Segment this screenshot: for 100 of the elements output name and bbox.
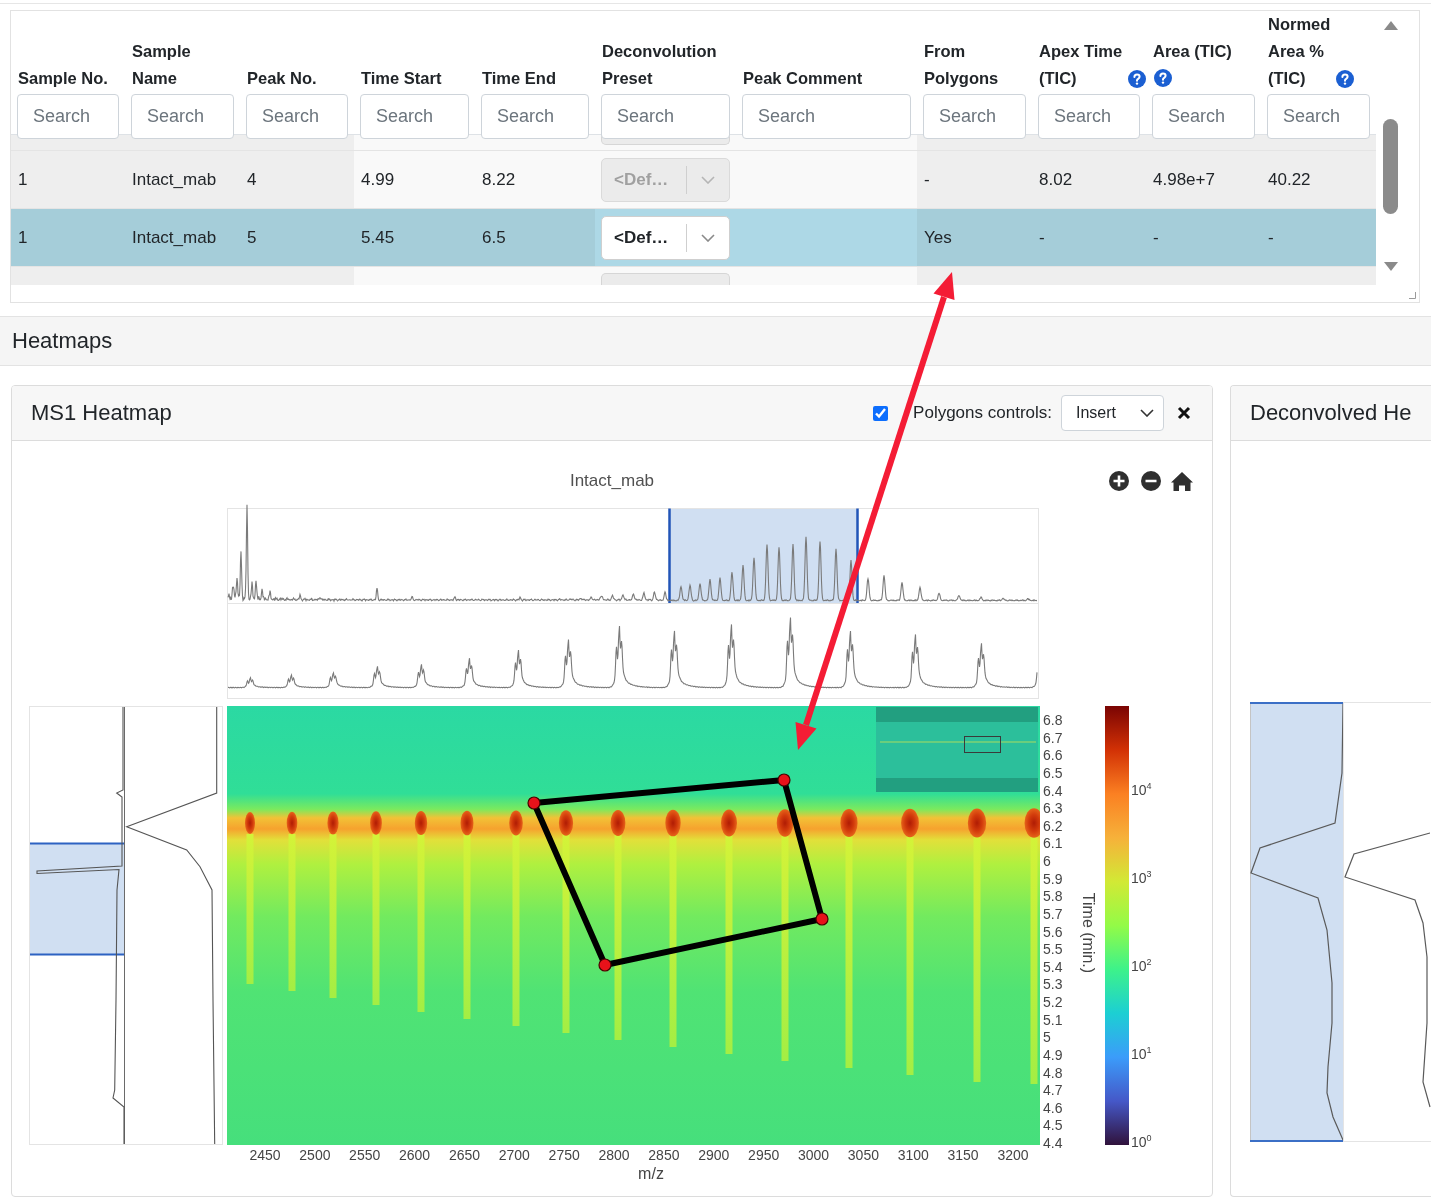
table-cell-text: 4.99 — [360, 168, 396, 191]
selection-range[interactable] — [29, 842, 125, 956]
axis-tick-label: 3150 — [947, 1147, 979, 1163]
axis-tick-label: 6 — [1043, 853, 1051, 869]
checkbox-label: Polygons controls: — [913, 403, 1052, 423]
search-field[interactable]: Search — [360, 94, 469, 139]
axis-tick-label: 2750 — [548, 1147, 580, 1163]
axis-tick-label: 4.7 — [1043, 1082, 1063, 1099]
axis-tick-label: 6.8 — [1043, 712, 1063, 728]
checkbox[interactable] — [873, 405, 889, 421]
column-header: Normed Area % (TIC) — [1268, 14, 1331, 89]
card-title: MS1 Heatmap — [31, 400, 172, 426]
axis-tick-label: 2900 — [698, 1147, 730, 1163]
axis-tick-label: 2500 — [299, 1147, 331, 1163]
axis-tick-label: 2650 — [448, 1147, 481, 1163]
column-header: Peak Comment — [743, 68, 863, 89]
table-cell: 4.98e+7 — [1146, 151, 1261, 208]
axis-tick-label: 3050 — [847, 1147, 879, 1163]
help-icon[interactable] — [1128, 70, 1146, 88]
axis-tick-label: 2800 — [598, 1147, 630, 1163]
search-field[interactable]: Search — [742, 94, 911, 139]
axis-tick-label: 3100 — [897, 1147, 929, 1163]
table-cell-text: 8.22 — [481, 168, 517, 191]
column-header: Area (TIC) — [1153, 41, 1233, 62]
plot-title: Intact_mab — [569, 471, 655, 490]
table-cell: 5 — [240, 209, 354, 266]
axis-tick-label: 3000 — [797, 1147, 830, 1163]
axis-tick-label: 4.5 — [1043, 1117, 1063, 1134]
column-header: Time Start — [361, 68, 442, 89]
axis-tick-label: 4.9 — [1043, 1046, 1063, 1063]
axis-tick-label: 5.4 — [1043, 958, 1063, 975]
search-field[interactable]: Search — [131, 94, 234, 139]
search-field[interactable]: Search — [1267, 94, 1370, 139]
close-icon[interactable] — [1177, 406, 1191, 420]
column-header: Apex Time (TIC) — [1039, 41, 1123, 89]
search-field[interactable]: Search — [17, 94, 119, 139]
column-header: From Polygons — [924, 41, 999, 89]
axis-tick-label: 5 — [1043, 1029, 1051, 1046]
section-title: Heatmaps — [12, 328, 113, 354]
table-cell: - — [917, 151, 1032, 208]
table-cell: - — [1146, 209, 1261, 266]
axis-tick-label: 5.6 — [1043, 923, 1063, 940]
scroll-up-icon[interactable] — [1383, 21, 1398, 30]
scroll-down-icon[interactable] — [1383, 262, 1398, 271]
selection-range[interactable] — [668, 507, 859, 605]
axis-tick-label: 6.2 — [1043, 817, 1063, 834]
preset-dropdown[interactable]: <Def… — [601, 215, 730, 260]
home-icon[interactable] — [1171, 472, 1193, 491]
axis-tick-label: 2950 — [748, 1147, 780, 1163]
zoom-in-icon[interactable] — [1109, 471, 1129, 491]
table-row[interactable]: 1 Intact_mab 5 5.45 6.5 <Def… Yes - - - — [11, 208, 1376, 266]
mode-select[interactable]: Insert — [1061, 395, 1164, 431]
axis-tick-label: 2550 — [349, 1147, 381, 1163]
table-cell: - — [1032, 209, 1146, 266]
axis-tick-label: 6.5 — [1043, 764, 1063, 781]
column-header: Deconvolution Preset — [602, 41, 718, 89]
zoom-out-icon[interactable] — [1141, 471, 1161, 491]
axis-tick-label: 4.4 — [1043, 1135, 1063, 1151]
help-icon[interactable] — [1336, 70, 1354, 88]
viewport-rect[interactable] — [964, 736, 1001, 753]
table-cell: 4 — [240, 151, 354, 208]
table-cell: 40.22 — [1261, 151, 1376, 208]
axis-tick-label: 2600 — [399, 1147, 431, 1163]
axis-tick-label: 5.3 — [1043, 976, 1063, 993]
search-field[interactable]: Search — [246, 94, 348, 139]
vertex-handle-icon[interactable] — [527, 796, 541, 810]
table-cell: 5.45 — [354, 209, 475, 266]
search-field[interactable]: Search — [923, 94, 1026, 139]
search-field[interactable]: Search — [601, 94, 730, 139]
column-header: Sample Name — [132, 41, 192, 89]
table-cell: 8.02 — [1032, 151, 1146, 208]
axis-tick-label: 4.6 — [1043, 1099, 1063, 1116]
column-header: Peak No. — [247, 68, 318, 89]
search-field[interactable]: Search — [1038, 94, 1140, 139]
chevron-down-icon — [701, 175, 715, 184]
axis-tick-label: 4.8 — [1043, 1064, 1063, 1081]
resize-handle-icon[interactable] — [1409, 292, 1416, 299]
axis-tick-label: 5.1 — [1043, 1011, 1063, 1028]
scrollbar-thumb[interactable] — [1383, 119, 1398, 214]
search-field[interactable]: Search — [481, 94, 589, 139]
axis-tick-label: 5.8 — [1043, 888, 1063, 905]
search-field[interactable]: Search — [1152, 94, 1255, 139]
vertex-handle-icon[interactable] — [815, 912, 829, 926]
polygon-outline[interactable] — [531, 777, 825, 968]
axis-tick-label: 6.1 — [1043, 835, 1063, 852]
axis-title: m/z — [638, 1165, 664, 1182]
vertex-handle-icon[interactable] — [598, 958, 612, 972]
table-cell: 1 — [11, 151, 125, 208]
axis-tick-label: 6.3 — [1043, 800, 1063, 817]
colorbar-tick-label: 10$^{4}$ — [1131, 780, 1152, 800]
help-icon[interactable] — [1154, 69, 1172, 87]
axis-tick-label: 2700 — [498, 1147, 530, 1163]
axis-tick-label: 5.7 — [1043, 905, 1063, 922]
colorbar-tick-label: 10$^{2}$ — [1131, 956, 1152, 976]
axis-tick-label: 5.5 — [1043, 941, 1063, 958]
selected-chromatogram[interactable] — [1249, 702, 1344, 1142]
axis-tick-label: 6.7 — [1043, 729, 1063, 746]
table-cell: Intact_mab — [125, 209, 240, 266]
vertex-handle-icon[interactable] — [777, 773, 791, 787]
axis-tick-label: 6.6 — [1043, 747, 1063, 764]
